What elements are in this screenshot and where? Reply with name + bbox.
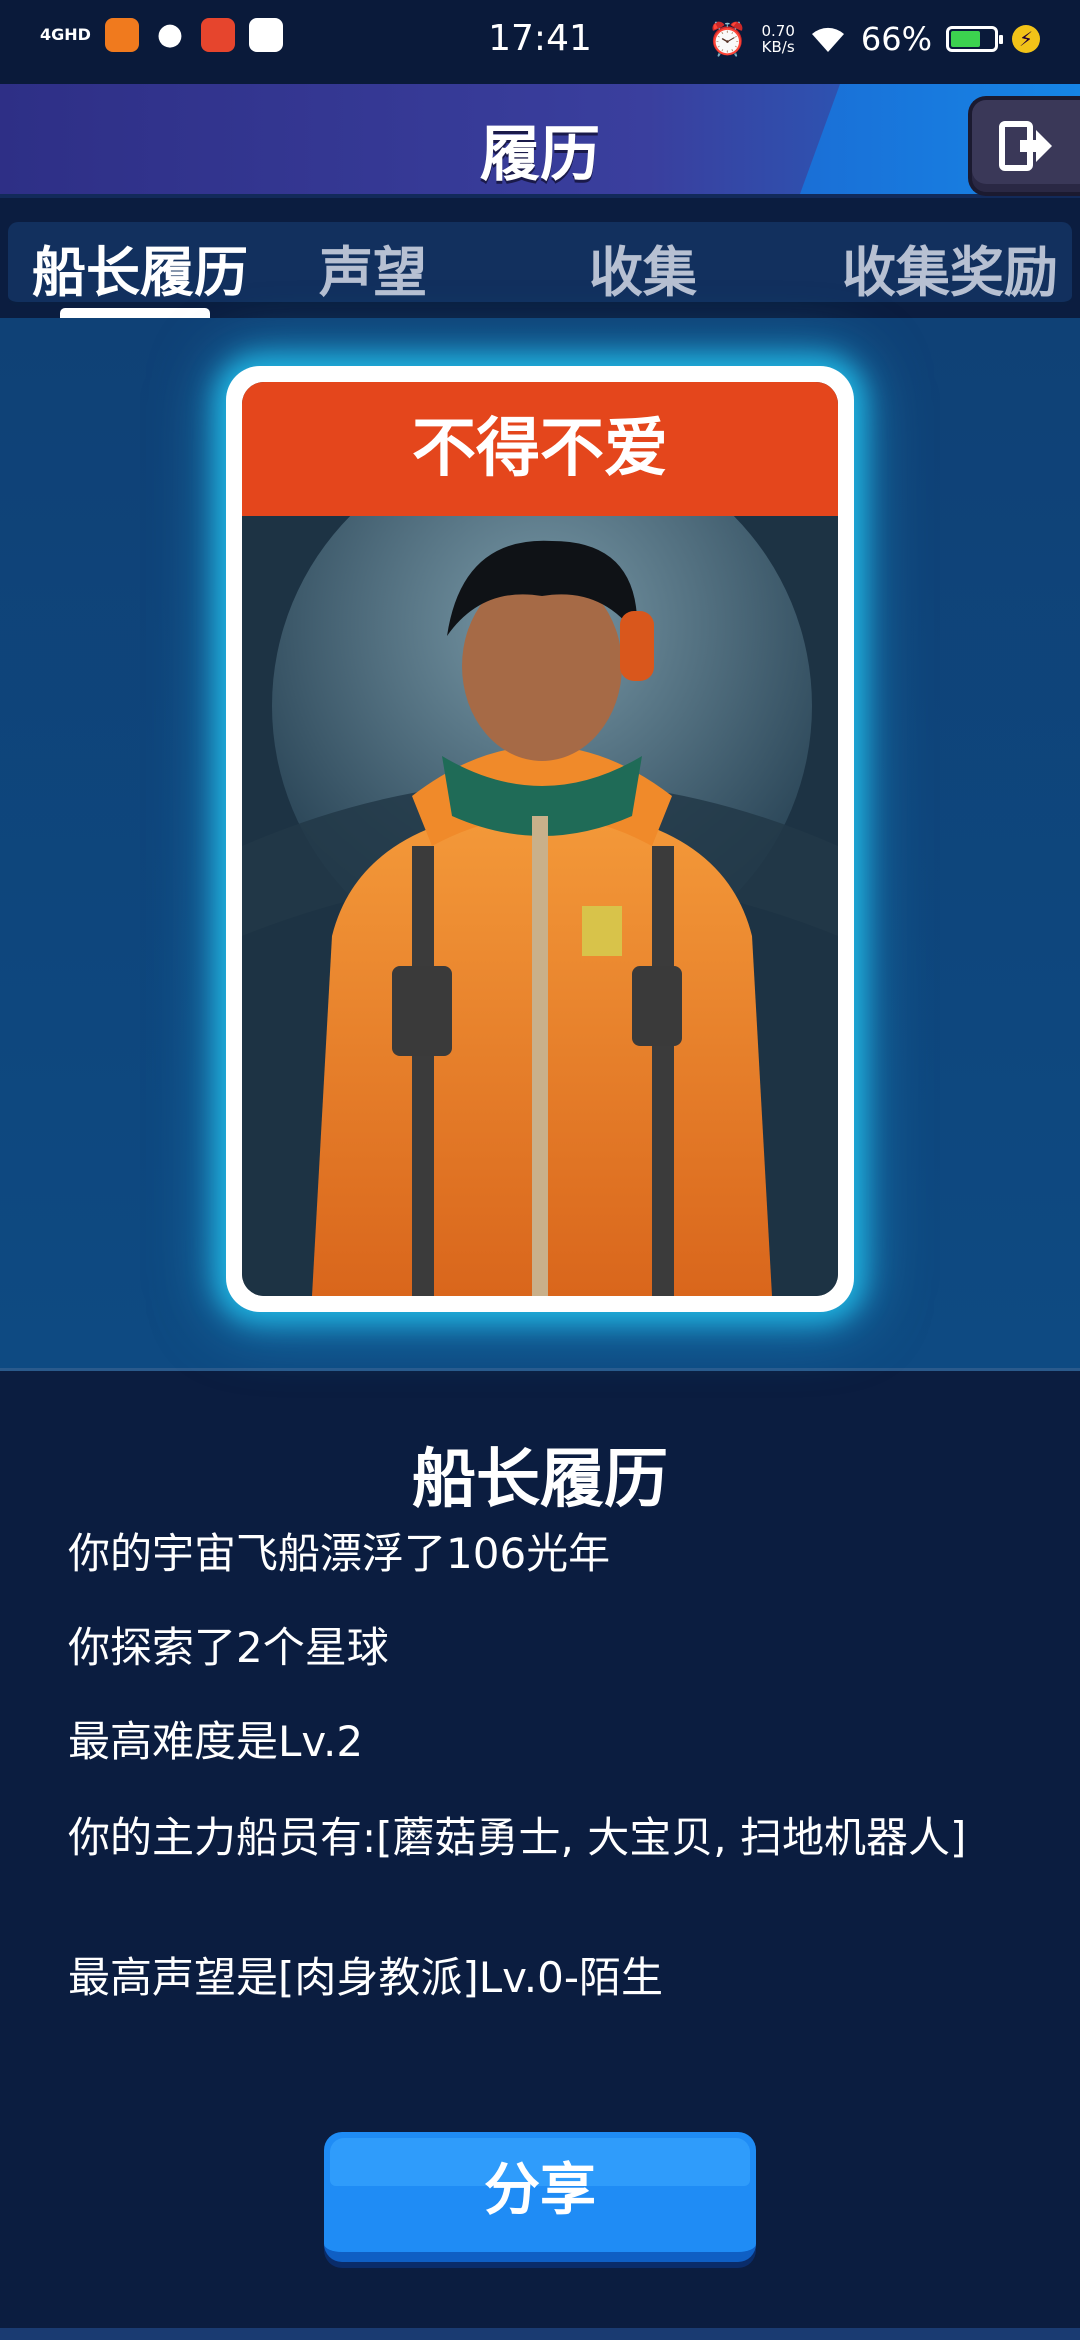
exit-icon [999, 121, 1052, 171]
tab-reputation[interactable]: 声望 [298, 228, 448, 307]
wifi-icon [811, 27, 844, 52]
header-bar: 履历 [0, 84, 1080, 198]
info-line-light-years: 你的宇宙飞船漂浮了106光年 [68, 1529, 611, 1578]
battery-percent: 66% [860, 20, 932, 58]
info-line-reputation: 最高声望是[肉身教派]Lv.0-陌生 [68, 1953, 663, 2002]
status-bar: 4GHD ● 17:41 ⏰ 0.70 KB/s 66% ⚡ [0, 0, 1080, 84]
active-tab-indicator [60, 308, 210, 318]
tab-captain-record[interactable]: 船长履历 [30, 228, 250, 307]
card-frame: 不得不爱 [242, 382, 838, 1296]
astronaut-portrait-image [242, 516, 838, 1296]
alarm-icon: ⏰ [707, 20, 748, 58]
info-title: 船长履历 [412, 1443, 668, 1517]
network-speed: 0.70 KB/s [761, 23, 794, 55]
share-button-label: 分享 [484, 2158, 596, 2223]
info-line-crew: 你的主力船员有:[蘑菇勇士, 大宝贝, 扫地机器人] [68, 1813, 967, 1862]
network-speed-unit: KB/s [761, 38, 795, 56]
battery-icon [946, 26, 1003, 52]
charging-bolt-icon: ⚡ [1012, 25, 1040, 53]
share-button[interactable]: 分享 [324, 2132, 756, 2262]
exit-button[interactable] [968, 96, 1080, 196]
tab-bar: 船长履历 声望 收集 收集奖励 [8, 222, 1072, 306]
character-card: 不得不爱 [226, 366, 854, 1312]
tab-collection[interactable]: 收集 [568, 228, 718, 307]
info-line-planets: 你探索了2个星球 [68, 1623, 389, 1672]
status-right: ⏰ 0.70 KB/s 66% ⚡ [708, 20, 1040, 58]
tab-collection-rewards[interactable]: 收集奖励 [840, 228, 1060, 307]
info-line-difficulty: 最高难度是Lv.2 [68, 1717, 364, 1766]
bottom-edge [0, 2328, 1080, 2340]
card-banner-title: 不得不爱 [242, 382, 838, 516]
page-title: 履历 [480, 120, 600, 190]
